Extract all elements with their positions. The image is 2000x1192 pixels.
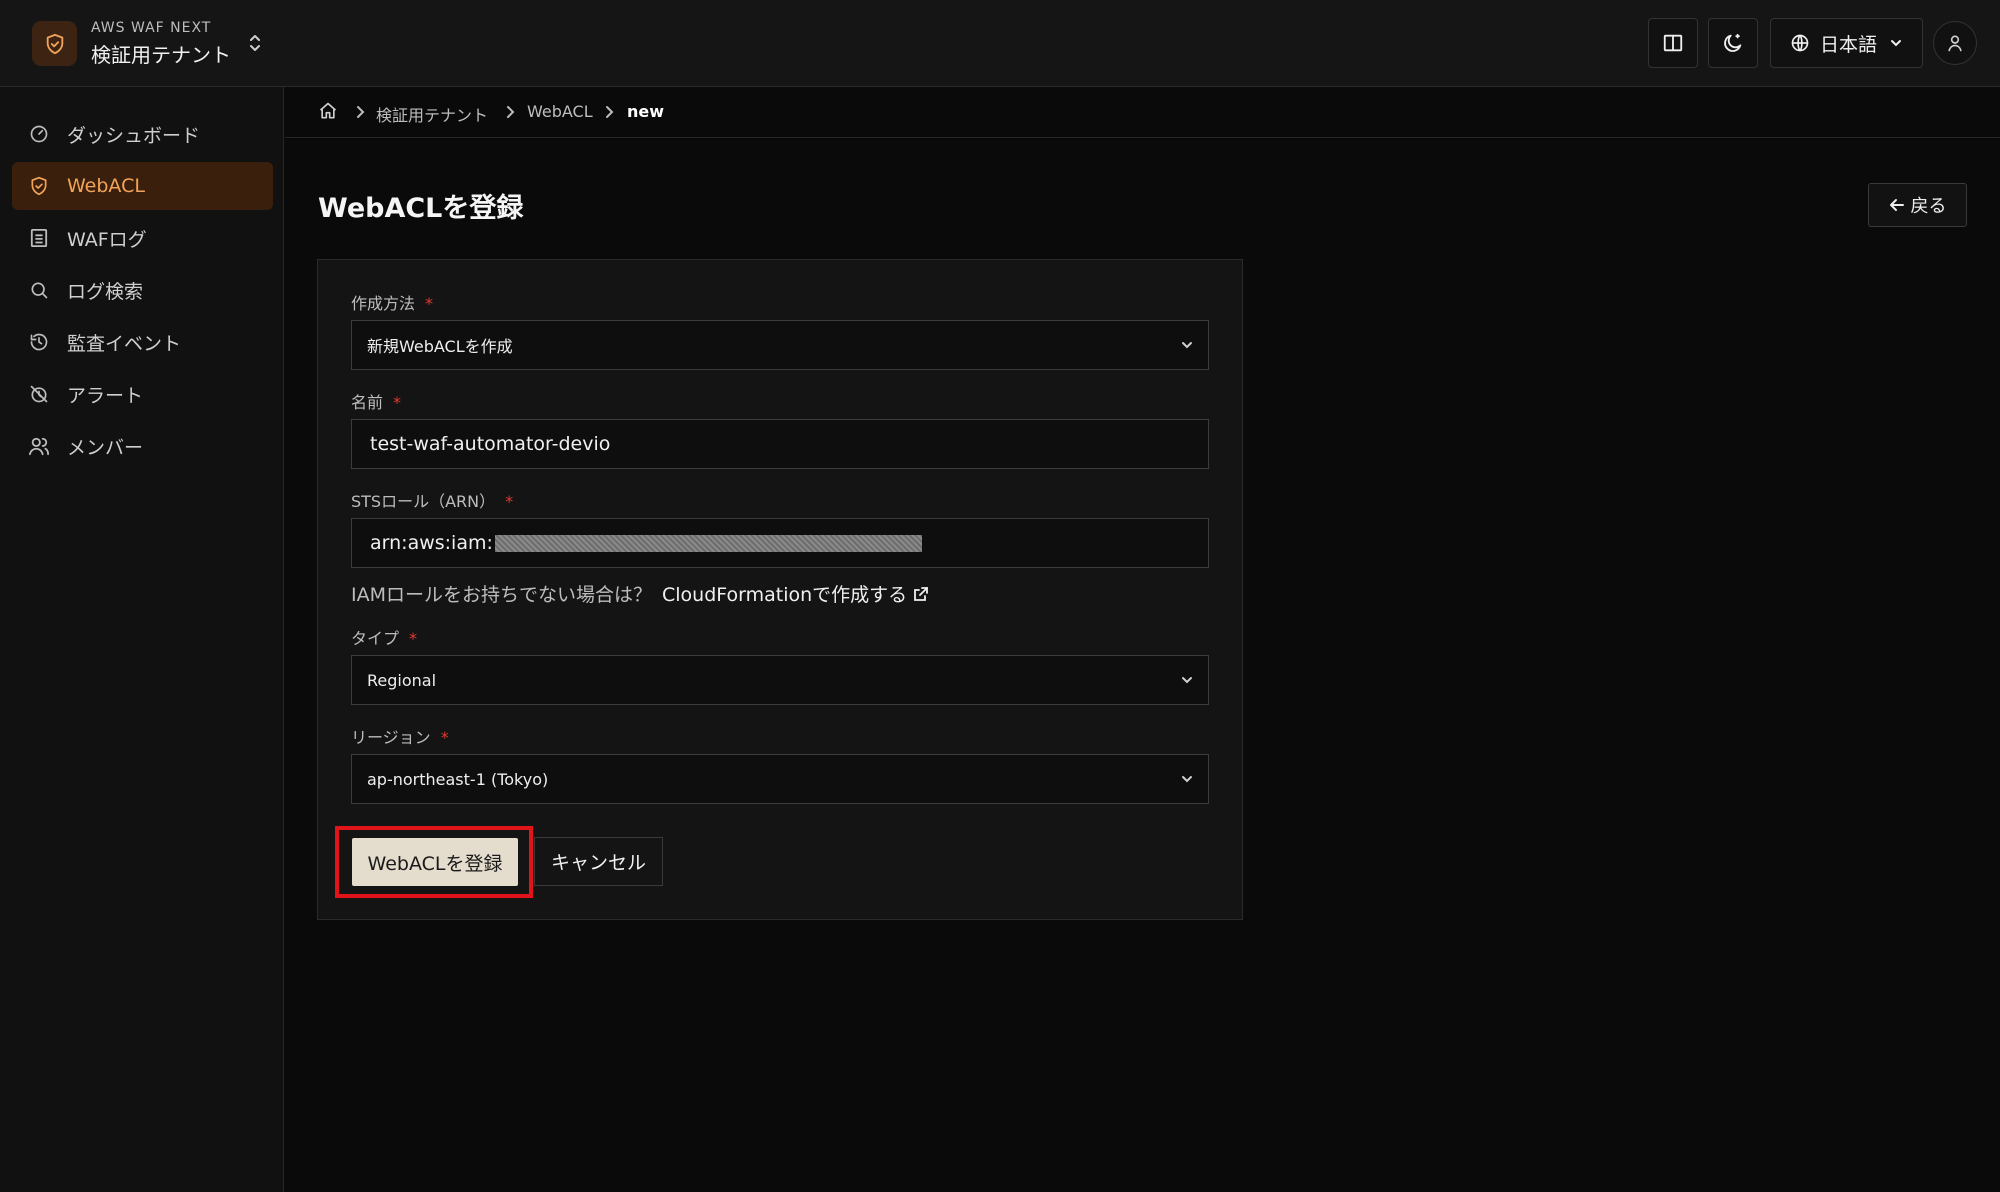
home-icon[interactable]: [318, 101, 338, 121]
arrow-left-icon: [1889, 199, 1904, 211]
type-label-text: タイプ: [351, 629, 400, 648]
required-mark: *: [393, 393, 402, 412]
required-mark: *: [505, 492, 514, 511]
sts-role-label-text: STSロール（ARN）: [351, 492, 496, 511]
sidebar-item-label: 監査イベント: [67, 332, 182, 355]
chevron-right-icon: [604, 105, 614, 119]
type-select[interactable]: Regional: [351, 655, 1209, 705]
tenant-name[interactable]: 検証用テナント: [91, 39, 231, 68]
chevron-down-icon: [1891, 40, 1901, 47]
top-bar: AWS WAF NEXT 検証用テナント 日本語: [0, 0, 2000, 87]
user-menu-button[interactable]: [1933, 21, 1977, 65]
search-icon: [28, 279, 50, 301]
name-label: 名前 *: [351, 389, 401, 413]
cloudformation-link[interactable]: CloudFormationで作成する: [662, 580, 907, 607]
sts-role-label: STSロール（ARN） *: [351, 488, 513, 512]
log-file-icon: [28, 227, 50, 249]
register-webacl-button[interactable]: WebACLを登録: [352, 838, 518, 886]
iam-hint: IAMロールをお持ちでない場合は？ CloudFormationで作成する: [351, 580, 929, 607]
theme-toggle-button[interactable]: [1708, 18, 1758, 68]
name-input[interactable]: test-waf-automator-devio: [351, 419, 1209, 469]
page-title: WebACLを登録: [318, 193, 524, 224]
sidebar-item-webacl[interactable]: WebACL: [12, 162, 273, 210]
sidebar-item-members[interactable]: メンバー: [12, 422, 273, 470]
chevrons-up-down-icon: [250, 35, 260, 51]
shield-icon: [28, 175, 50, 197]
sts-role-input[interactable]: arn:aws:iam:: [351, 518, 1209, 568]
chevron-down-icon: [1180, 673, 1194, 687]
redacted-account-id: [494, 534, 922, 552]
sts-role-input-value: arn:aws:iam:: [370, 532, 493, 554]
sidebar-item-alerts[interactable]: アラート: [12, 370, 273, 418]
sidebar-item-waf-logs[interactable]: WAFログ: [12, 214, 273, 262]
gauge-icon: [28, 123, 50, 145]
breadcrumb-current: new: [627, 102, 665, 121]
method-select[interactable]: 新規WebACLを作成: [351, 320, 1209, 370]
back-button-label: 戻る: [1910, 196, 1947, 217]
name-input-value: test-waf-automator-devio: [370, 433, 611, 455]
method-label: 作成方法 *: [351, 290, 433, 314]
globe-icon: [1791, 34, 1809, 52]
language-label: 日本語: [1819, 33, 1877, 56]
breadcrumb-webacl[interactable]: WebACL: [527, 102, 593, 121]
type-select-value: Regional: [367, 670, 437, 690]
cancel-button[interactable]: キャンセル: [534, 837, 663, 886]
chevron-right-icon: [355, 105, 365, 119]
sidebar-item-label: WebACL: [67, 175, 145, 197]
sidebar-item-label: WAFログ: [67, 228, 147, 251]
method-label-text: 作成方法: [351, 294, 416, 313]
moon-icon: [1724, 33, 1742, 52]
required-mark: *: [409, 629, 418, 648]
name-label-text: 名前: [351, 393, 384, 412]
book-open-icon: [1663, 34, 1683, 52]
sidebar-item-label: アラート: [67, 384, 144, 407]
required-mark: *: [440, 728, 449, 747]
back-button[interactable]: 戻る: [1868, 183, 1967, 227]
breadcrumb: 検証用テナント WebACL new: [285, 88, 2000, 138]
user-icon: [1948, 35, 1962, 52]
method-select-value: 新規WebACLを作成: [367, 337, 513, 356]
docs-button[interactable]: [1648, 18, 1698, 68]
chevron-down-icon: [1180, 772, 1194, 786]
sidebar-item-log-search[interactable]: ログ検索: [12, 266, 273, 314]
sidebar-item-dashboard[interactable]: ダッシュボード: [12, 110, 273, 158]
region-select[interactable]: ap-northeast-1 (Tokyo): [351, 754, 1209, 804]
alarm-off-icon: [28, 383, 50, 405]
sidebar: ダッシュボード WebACL WAFログ ログ検索 監査イベント アラート メン…: [0, 87, 284, 1192]
sidebar-item-label: ログ検索: [67, 280, 144, 303]
region-select-value: ap-northeast-1 (Tokyo): [367, 769, 549, 789]
breadcrumb-tenant[interactable]: 検証用テナント: [376, 102, 488, 126]
users-icon: [28, 435, 50, 457]
app-logo[interactable]: [32, 21, 77, 66]
external-link-icon: [914, 586, 929, 601]
iam-hint-text: IAMロールをお持ちでない場合は？: [351, 584, 652, 606]
sidebar-item-label: ダッシュボード: [67, 124, 201, 147]
required-mark: *: [425, 294, 434, 313]
region-label: リージョン *: [351, 724, 449, 748]
history-icon: [28, 331, 50, 353]
chevron-right-icon: [505, 105, 515, 119]
region-label-text: リージョン: [351, 728, 431, 747]
language-selector[interactable]: 日本語: [1770, 18, 1923, 68]
sidebar-item-audit-events[interactable]: 監査イベント: [12, 318, 273, 366]
shield-icon: [46, 33, 63, 54]
chevron-down-icon: [1180, 338, 1194, 352]
sidebar-item-label: メンバー: [67, 436, 144, 459]
brand-name: AWS WAF NEXT: [91, 20, 212, 36]
tenant-switcher[interactable]: [245, 30, 265, 56]
type-label: タイプ *: [351, 625, 417, 649]
